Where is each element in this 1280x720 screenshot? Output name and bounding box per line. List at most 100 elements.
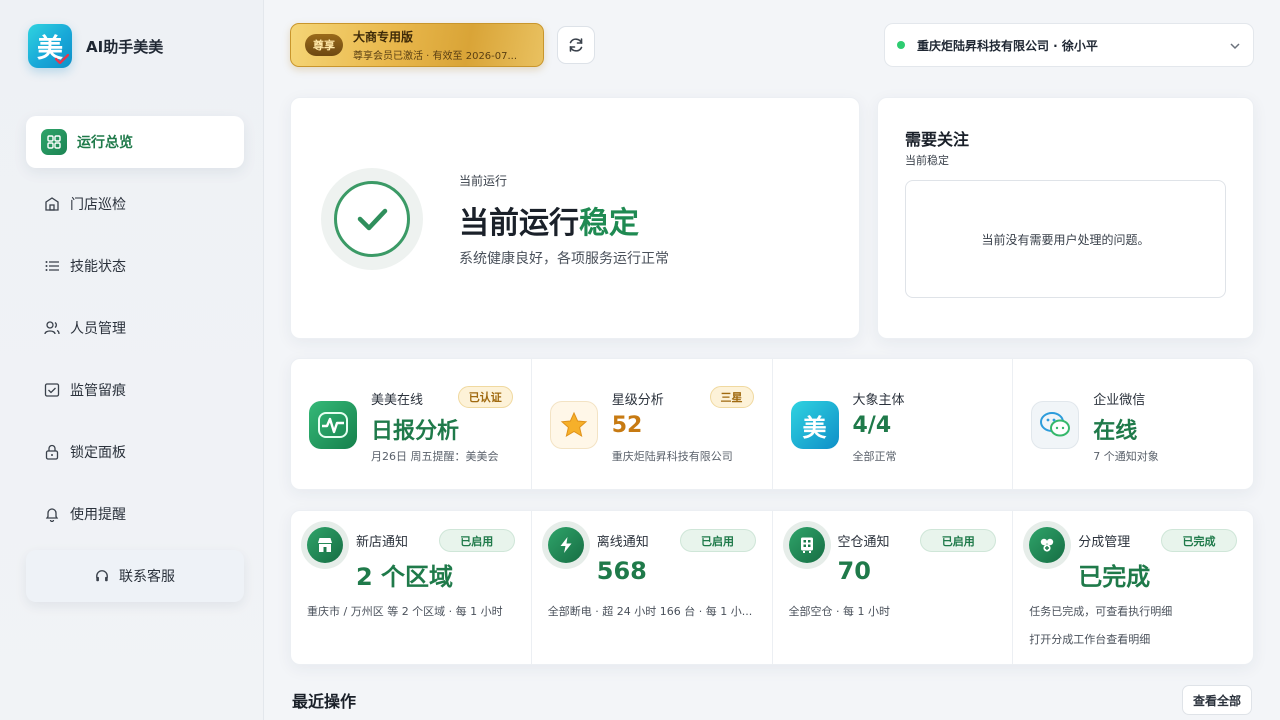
metric-value: 日报分析	[371, 419, 460, 444]
attention-card: 需要关注 当前稳定 当前没有需要用户处理的问题。	[877, 97, 1254, 339]
notice-value: 70	[837, 557, 871, 585]
notice-value: 已完成	[1078, 563, 1151, 591]
status-badge: 已认证	[457, 386, 513, 408]
status-headline-highlight: 稳定	[579, 206, 639, 241]
company-name: 重庆炬陆昇科技有限公司 · 徐小平	[917, 38, 1098, 53]
metric-icon-char: 美	[802, 413, 827, 442]
sidebar-item-overview[interactable]: 运行总览	[26, 116, 244, 168]
status-headline-prefix: 当前运行	[459, 206, 579, 241]
wechat-icon	[1031, 401, 1080, 449]
store-icon	[44, 196, 60, 212]
bell-icon	[44, 506, 60, 522]
sidebar-item-label: 技能状态	[70, 259, 126, 275]
vip-subtitle: 尊享会员已激活 · 有效至 2026-07...	[353, 51, 518, 62]
metric-label: 企业微信	[1093, 393, 1146, 408]
sidebar-item-staff[interactable]: 人员管理	[26, 302, 244, 354]
vip-level-chip: 尊享	[305, 34, 343, 56]
pulse-icon	[309, 401, 357, 449]
sidebar-item-supervision[interactable]: 监管留痕	[26, 364, 244, 416]
sidebar-item-skill-status[interactable]: 技能状态	[26, 240, 244, 292]
meimei-logo-icon: 美	[790, 401, 839, 449]
notice-sub: 全部断电 · 超 24 小时 166 台 · 每 1 小...	[547, 605, 753, 618]
users-icon	[44, 320, 60, 336]
status-badge: 已启用	[679, 529, 756, 552]
online-status-dot	[897, 41, 905, 49]
metric-label: 星级分析	[611, 393, 664, 408]
metric-wecom[interactable]: 企业微信 在线 7 个通知对象	[1013, 359, 1253, 489]
metric-label: 美美在线	[371, 393, 424, 408]
attention-subtitle: 当前稳定	[905, 154, 949, 167]
notice-label: 空仓通知	[837, 535, 890, 550]
app-logo: 美	[28, 24, 72, 68]
status-headline: 当前运行稳定	[459, 198, 639, 242]
list-icon	[44, 258, 60, 274]
metric-label: 大象主体	[852, 393, 905, 408]
status-description: 系统健康良好，各项服务运行正常	[459, 251, 669, 267]
notice-label: 离线通知	[596, 535, 649, 550]
status-check-icon	[321, 168, 423, 270]
contact-support-label: 联系客服	[119, 569, 175, 585]
grid-icon	[41, 129, 67, 155]
notice-label: 新店通知	[356, 535, 409, 550]
attention-title: 需要关注	[905, 130, 970, 149]
status-badge: 已启用	[920, 529, 997, 552]
metrics-row: 美美在线 日报分析 月26日 周五提醒：美美会 已认证 星级分析 52 重庆炬陆…	[290, 358, 1254, 490]
brand: 美 AI助手美美	[28, 24, 163, 68]
sidebar-item-label: 门店巡检	[70, 197, 126, 213]
metric-sub: 全部正常	[852, 450, 897, 463]
star-icon	[549, 401, 598, 449]
status-badge: 已启用	[438, 529, 515, 552]
vip-title: 大商专用版	[353, 30, 414, 44]
notices-row: 新店通知 2 个区域 已启用 重庆市 / 万州区 等 2 个区域 · 每 1 小…	[290, 510, 1254, 665]
store-icon	[301, 521, 349, 569]
cabinet-icon	[782, 521, 831, 569]
notice-offline[interactable]: 离线通知 568 已启用 全部断电 · 超 24 小时 166 台 · 每 1 …	[532, 511, 773, 664]
sidebar-item-lock-panel[interactable]: 锁定面板	[26, 426, 244, 478]
metric-entity[interactable]: 美 大象主体 4/4 全部正常	[773, 359, 1014, 489]
chevron-down-icon	[1230, 43, 1240, 50]
lock-icon	[44, 444, 60, 460]
metric-sub: 月26日 周五提醒：美美会	[371, 450, 499, 463]
metric-star-analysis[interactable]: 星级分析 52 重庆炬陆昇科技有限公司 三星	[532, 359, 773, 489]
sidebar-item-store-inspection[interactable]: 门店巡检	[26, 178, 244, 230]
app-title: AI助手美美	[86, 37, 164, 56]
attention-message-box: 当前没有需要用户处理的问题。	[905, 180, 1226, 298]
sidebar-item-label: 监管留痕	[70, 383, 126, 399]
contact-support-button[interactable]: 联系客服	[26, 550, 244, 602]
vip-membership-badge[interactable]: 尊享 大商专用版 尊享会员已激活 · 有效至 2026-07...	[290, 23, 544, 67]
status-badge: 已完成	[1161, 529, 1237, 552]
metric-sub: 7 个通知对象	[1093, 450, 1159, 463]
vip-text: 大商专用版 尊享会员已激活 · 有效至 2026-07...	[353, 28, 517, 62]
status-caption: 当前运行	[459, 174, 508, 188]
metric-meimei-online[interactable]: 美美在线 日报分析 月26日 周五提醒：美美会 已认证	[291, 359, 532, 489]
notice-revenue-share[interactable]: 分成管理 已完成 已完成 任务已完成，可查看执行明细 打开分成工作台查看明细	[1013, 511, 1253, 664]
view-all-button[interactable]: 查看全部	[1182, 685, 1252, 715]
sidebar-item-reminders[interactable]: 使用提醒	[26, 488, 244, 540]
lightning-icon	[541, 521, 590, 569]
notice-sub-link[interactable]: 打开分成工作台查看明细	[1029, 631, 1150, 647]
logo-check-icon	[55, 54, 69, 64]
notice-sub: 任务已完成，可查看执行明细	[1029, 605, 1173, 618]
recent-actions-title: 最近操作	[292, 692, 357, 711]
metric-value: 52	[611, 413, 643, 438]
refresh-button[interactable]	[557, 26, 595, 64]
sidebar-item-label: 人员管理	[70, 321, 126, 337]
notice-value: 2 个区域	[356, 563, 454, 591]
sidebar-item-label: 运行总览	[77, 135, 133, 151]
status-badge: 三星	[709, 386, 754, 408]
metric-value: 4/4	[852, 413, 892, 438]
notice-label: 分成管理	[1078, 535, 1131, 550]
notice-empty-stock[interactable]: 空仓通知 70 已启用 全部空仓 · 每 1 小时	[773, 511, 1014, 664]
notice-sub: 全部空仓 · 每 1 小时	[788, 605, 890, 618]
company-selector[interactable]: 重庆炬陆昇科技有限公司 · 徐小平	[884, 23, 1254, 67]
headset-icon	[95, 569, 109, 583]
share-coins-icon	[1023, 521, 1072, 569]
metric-value: 在线	[1093, 419, 1138, 444]
refresh-icon	[569, 38, 583, 52]
notice-sub: 重庆市 / 万州区 等 2 个区域 · 每 1 小时	[307, 605, 503, 618]
sidebar-item-label: 锁定面板	[70, 445, 126, 461]
metric-sub: 重庆炬陆昇科技有限公司	[611, 450, 733, 463]
sidebar: 美 AI助手美美 运行总览 门店巡检 技能状态 人员管理 监管留痕 锁定面板 使…	[0, 0, 264, 720]
monitor-check-icon	[44, 382, 60, 398]
notice-new-store[interactable]: 新店通知 2 个区域 已启用 重庆市 / 万州区 等 2 个区域 · 每 1 小…	[291, 511, 532, 664]
